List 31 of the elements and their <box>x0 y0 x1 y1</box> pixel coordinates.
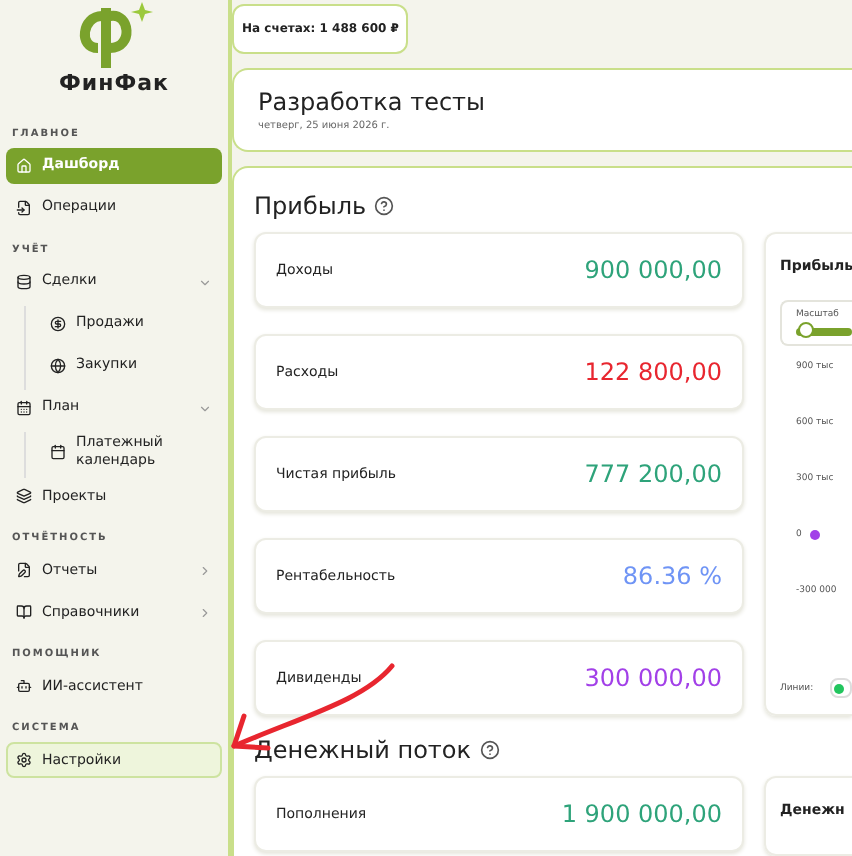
edit-icon <box>16 562 32 579</box>
scale-slider[interactable] <box>796 328 852 336</box>
chevron-right-icon <box>198 605 212 620</box>
calendar-icon <box>16 400 32 416</box>
help-icon[interactable] <box>374 196 395 216</box>
lines-toggle[interactable] <box>829 678 852 698</box>
slider-thumb[interactable] <box>798 322 815 338</box>
globe-icon <box>50 358 66 374</box>
help-icon[interactable] <box>479 740 499 760</box>
chevron-right-icon <box>198 563 212 578</box>
brand-name: ФинФак <box>58 70 169 96</box>
layers-icon <box>16 488 32 505</box>
dollar-icon <box>50 316 66 332</box>
metric-value: 777 200,00 <box>584 460 722 488</box>
book-icon <box>16 604 32 621</box>
home-icon <box>16 158 32 174</box>
calendar-icon <box>50 444 66 461</box>
document-icon <box>16 200 32 216</box>
database-icon <box>16 274 32 290</box>
metric-value: 86.36 % <box>622 562 722 590</box>
metric-value: 1 900 000,00 <box>561 800 722 828</box>
metric-value: 122 800,00 <box>584 358 722 386</box>
section-title: Прибыль <box>254 192 367 220</box>
chevron-down-icon <box>198 275 212 289</box>
chevron-down-icon <box>198 401 212 415</box>
section-title: Денежный поток <box>254 736 471 764</box>
settings-icon <box>16 752 32 769</box>
metric-value: 900 000,00 <box>584 256 722 284</box>
robot-icon <box>16 678 32 695</box>
page-title: Разработка тесты <box>258 88 488 116</box>
metric-value: 300 000,00 <box>584 664 722 692</box>
